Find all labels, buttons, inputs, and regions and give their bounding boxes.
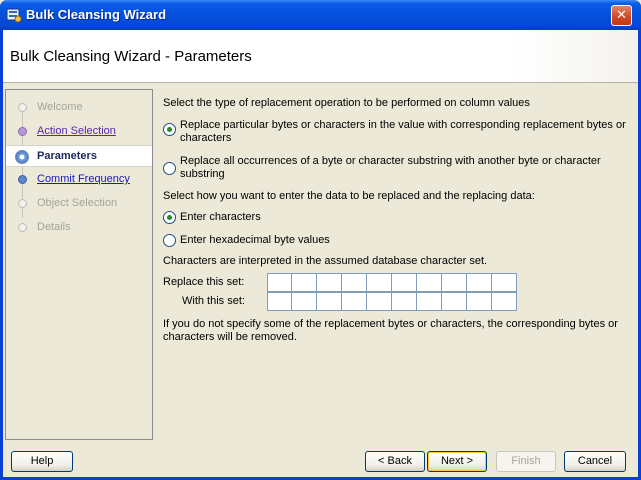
with-char-input[interactable] <box>367 292 392 311</box>
help-button[interactable]: Help <box>11 451 73 472</box>
with-char-input[interactable] <box>342 292 367 311</box>
with-char-input[interactable] <box>392 292 417 311</box>
entry-prompt: Select how you want to enter the data to… <box>163 190 535 202</box>
step-indicator-icon <box>18 127 27 136</box>
replace-char-input[interactable] <box>342 273 367 292</box>
replace-char-input[interactable] <box>442 273 467 292</box>
replace-char-input[interactable] <box>292 273 317 292</box>
radio-enter-characters-label[interactable]: Enter characters <box>180 211 261 224</box>
replace-set-label: Replace this set: <box>163 276 245 288</box>
cancel-button[interactable]: Cancel <box>564 451 626 472</box>
step-indicator-icon <box>18 223 27 232</box>
radio-enter-hex[interactable] <box>163 234 176 247</box>
radio-replace-all-occurrences[interactable] <box>163 162 176 175</box>
step-label[interactable]: Action Selection <box>37 125 116 137</box>
step-label: Object Selection <box>37 197 118 209</box>
step-details: Details <box>6 217 152 239</box>
step-label: Details <box>37 221 71 233</box>
replace-set-grid <box>267 273 517 292</box>
with-char-input[interactable] <box>292 292 317 311</box>
current-step-icon <box>15 150 29 164</box>
radio-replace-particular-label-2[interactable]: characters <box>180 132 231 145</box>
radio-replace-particular[interactable] <box>163 123 176 136</box>
step-indicator-icon <box>18 199 27 208</box>
finish-button: Finish <box>496 451 556 472</box>
wizard-app-icon <box>6 8 22 23</box>
wizard-header: Bulk Cleansing Wizard - Parameters <box>3 30 638 83</box>
wizard-window: Bulk Cleansing Wizard ✕ Bulk Cleansing W… <box>0 0 641 480</box>
with-char-input[interactable] <box>267 292 292 311</box>
operation-prompt: Select the type of replacement operation… <box>163 97 530 109</box>
radio-replace-particular-label-1[interactable]: Replace particular bytes or characters i… <box>180 119 626 132</box>
replace-char-input[interactable] <box>367 273 392 292</box>
replace-char-input[interactable] <box>392 273 417 292</box>
step-label: Parameters <box>37 150 97 162</box>
footer-note-2: characters will be removed. <box>163 331 297 343</box>
step-indicator-icon <box>18 103 27 112</box>
with-set-label: With this set: <box>182 295 245 307</box>
radio-replace-all-label-1[interactable]: Replace all occurrences of a byte or cha… <box>180 155 601 168</box>
title-bar[interactable]: Bulk Cleansing Wizard ✕ <box>0 0 641 30</box>
next-button[interactable]: Next > <box>427 451 487 472</box>
replace-char-input[interactable] <box>417 273 442 292</box>
step-object-selection: Object Selection <box>6 193 152 215</box>
replace-char-input[interactable] <box>467 273 492 292</box>
charset-note: Characters are interpreted in the assume… <box>163 255 488 267</box>
with-char-input[interactable] <box>317 292 342 311</box>
wizard-steps-panel: Welcome Action Selection Parameters Comm… <box>5 89 153 440</box>
with-char-input[interactable] <box>467 292 492 311</box>
with-char-input[interactable] <box>492 292 517 311</box>
step-action-selection[interactable]: Action Selection <box>6 121 152 143</box>
page-title: Bulk Cleansing Wizard - Parameters <box>10 48 252 65</box>
footer-note-1: If you do not specify some of the replac… <box>163 318 618 330</box>
with-char-input[interactable] <box>417 292 442 311</box>
window-title: Bulk Cleansing Wizard <box>26 7 167 22</box>
step-label: Welcome <box>37 101 83 113</box>
radio-enter-hex-label[interactable]: Enter hexadecimal byte values <box>180 234 330 247</box>
replace-char-input[interactable] <box>267 273 292 292</box>
radio-enter-characters[interactable] <box>163 211 176 224</box>
back-button[interactable]: < Back <box>365 451 425 472</box>
step-parameters: Parameters <box>6 145 152 167</box>
with-char-input[interactable] <box>442 292 467 311</box>
step-commit-frequency[interactable]: Commit Frequency <box>6 169 152 191</box>
wizard-client-area: Bulk Cleansing Wizard - Parameters Welco… <box>3 30 638 477</box>
step-welcome: Welcome <box>6 97 152 119</box>
step-label[interactable]: Commit Frequency <box>37 173 130 185</box>
with-set-grid <box>267 292 517 311</box>
step-indicator-icon <box>18 175 27 184</box>
close-button[interactable]: ✕ <box>611 5 632 26</box>
radio-replace-all-label-2[interactable]: substring <box>180 168 225 181</box>
replace-char-input[interactable] <box>492 273 517 292</box>
replace-char-input[interactable] <box>317 273 342 292</box>
close-icon: ✕ <box>616 8 627 23</box>
